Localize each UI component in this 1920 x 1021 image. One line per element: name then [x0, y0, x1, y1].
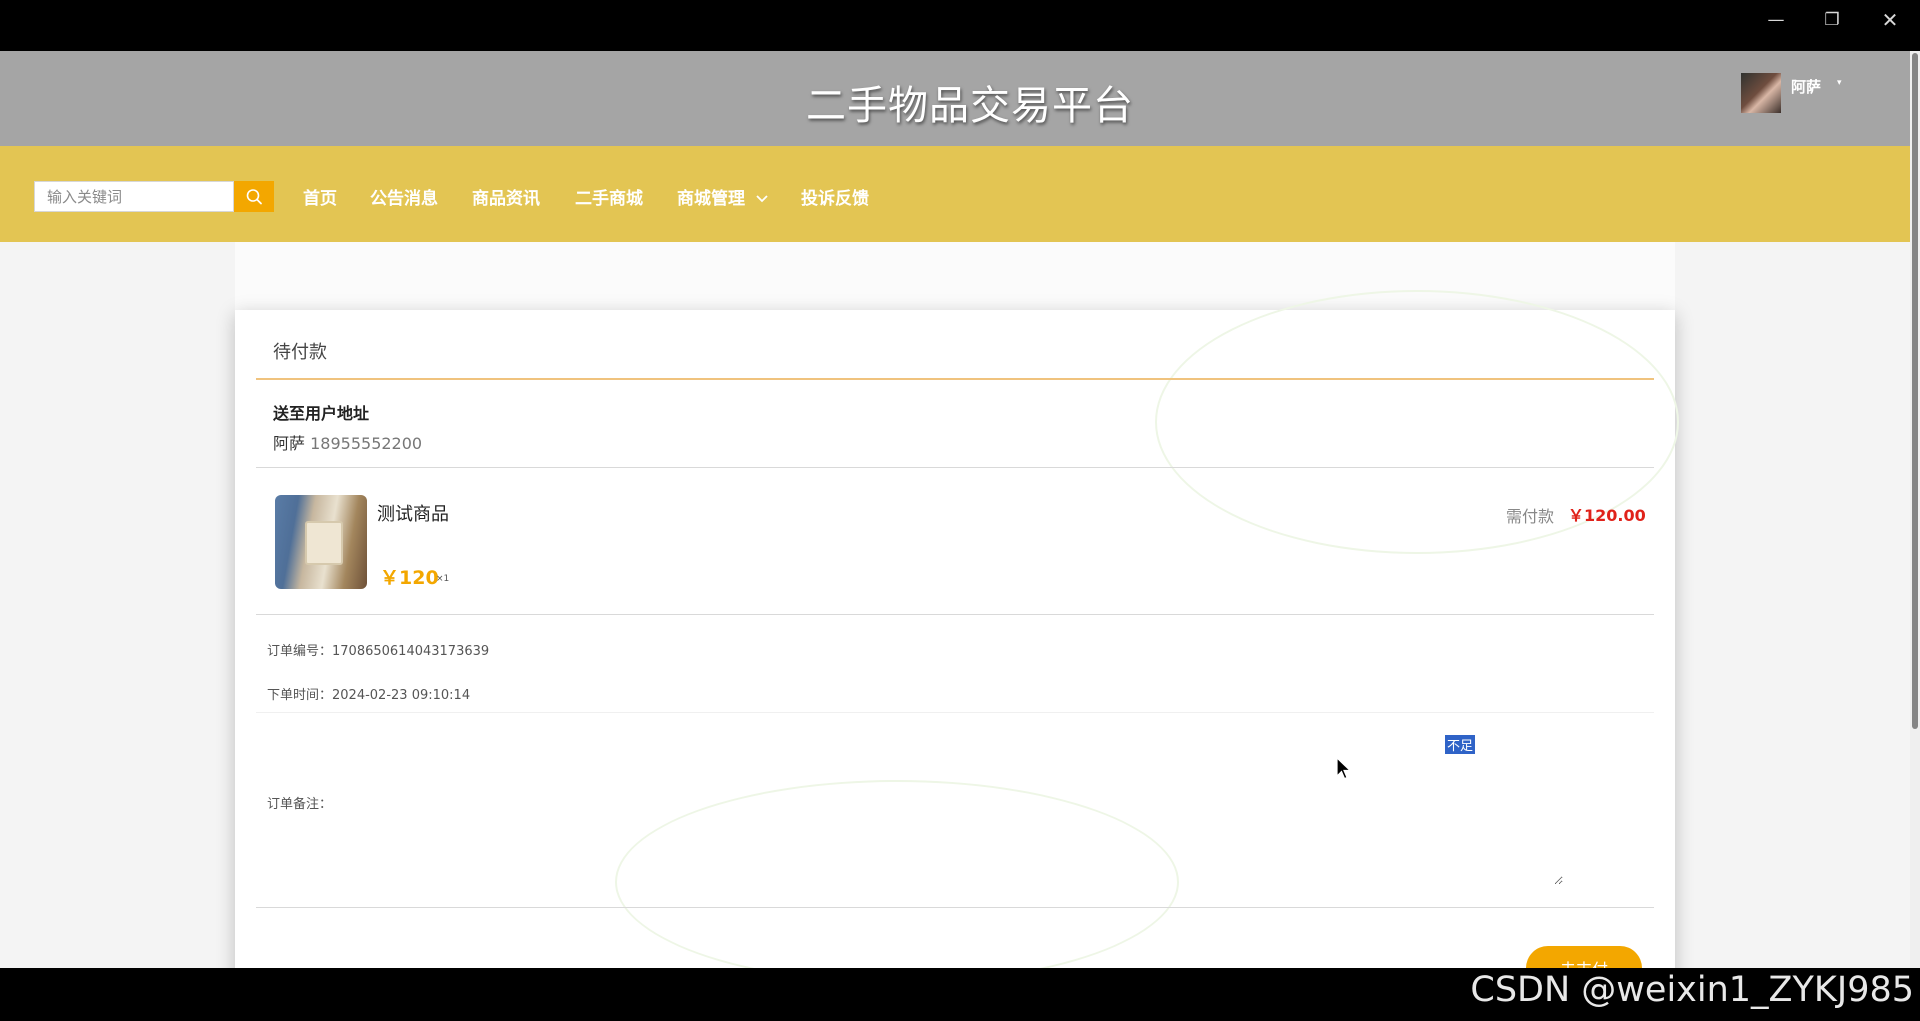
- minimize-button[interactable]: —: [1748, 0, 1804, 40]
- site-header: 二手物品交易平台 阿萨 ▾: [0, 51, 1910, 146]
- nav-manage[interactable]: 商城管理: [677, 184, 769, 209]
- nav-mall[interactable]: 二手商城: [575, 184, 643, 209]
- divider: [256, 467, 1654, 468]
- order-number: 订单编号：1708650614043173639: [267, 640, 489, 659]
- nav-notices[interactable]: 公告消息: [370, 184, 438, 209]
- user-menu-caret-icon[interactable]: ▾: [1837, 78, 1842, 88]
- product-price: ￥120: [380, 567, 439, 589]
- window-title-bar: — ❐ ✕: [0, 0, 1920, 51]
- divider: [256, 614, 1654, 615]
- username[interactable]: 阿萨: [1791, 76, 1821, 97]
- order-time-value: 2024-02-23 09:10:14: [332, 688, 471, 703]
- product-quantity: ×1: [436, 574, 450, 584]
- nav-feedback[interactable]: 投诉反馈: [801, 184, 869, 209]
- order-status-title: 待付款: [273, 342, 327, 363]
- avatar[interactable]: [1741, 73, 1781, 113]
- close-button[interactable]: ✕: [1862, 0, 1918, 40]
- product-image[interactable]: [275, 495, 367, 589]
- search-input[interactable]: [34, 181, 234, 212]
- product-bag-shape: [305, 521, 343, 565]
- recipient-info: 阿萨 18955552200: [273, 430, 422, 454]
- order-time-label: 下单时间：: [267, 688, 333, 703]
- selected-text-highlight: 不足: [1445, 735, 1476, 754]
- order-number-value: 1708650614043173639: [332, 644, 490, 659]
- main-navbar: 首页 公告消息 商品资讯 二手商城 商城管理 投诉反馈: [0, 146, 1910, 242]
- recipient-phone: 18955552200: [310, 434, 423, 453]
- divider: [256, 712, 1654, 713]
- restore-button[interactable]: ❐: [1804, 0, 1860, 40]
- search-icon: [246, 189, 262, 205]
- divider: [256, 907, 1654, 908]
- status-divider: [256, 378, 1654, 380]
- address-heading: 送至用户地址: [273, 404, 370, 423]
- order-time: 下单时间：2024-02-23 09:10:14: [267, 684, 470, 703]
- mouse-pointer-icon: [1336, 757, 1352, 780]
- order-card: 待付款 送至用户地址 阿萨 18955552200 测试商品 ￥120 ×1 需…: [235, 290, 1679, 1010]
- nav-manage-label: 商城管理: [677, 189, 745, 209]
- scrollbar-thumb[interactable]: [1912, 53, 1918, 729]
- order-note-input[interactable]: [327, 726, 1563, 885]
- payment-due-amount: ￥120.00: [1568, 506, 1646, 525]
- chevron-down-icon: [756, 195, 768, 203]
- nav-home[interactable]: 首页: [303, 184, 337, 209]
- order-number-label: 订单编号：: [267, 644, 333, 659]
- product-name[interactable]: 测试商品: [377, 500, 449, 526]
- search-button[interactable]: [234, 181, 274, 212]
- watermark-text: CSDN @weixin1_ZYKJ985: [1470, 970, 1914, 1010]
- page-scrollbar[interactable]: [1910, 51, 1920, 968]
- nav-news[interactable]: 商品资讯: [472, 184, 540, 209]
- site-title: 二手物品交易平台: [806, 83, 1134, 129]
- payment-due-label: 需付款: [1506, 507, 1555, 526]
- order-note-label: 订单备注：: [267, 797, 333, 812]
- recipient-name: 阿萨: [273, 434, 306, 453]
